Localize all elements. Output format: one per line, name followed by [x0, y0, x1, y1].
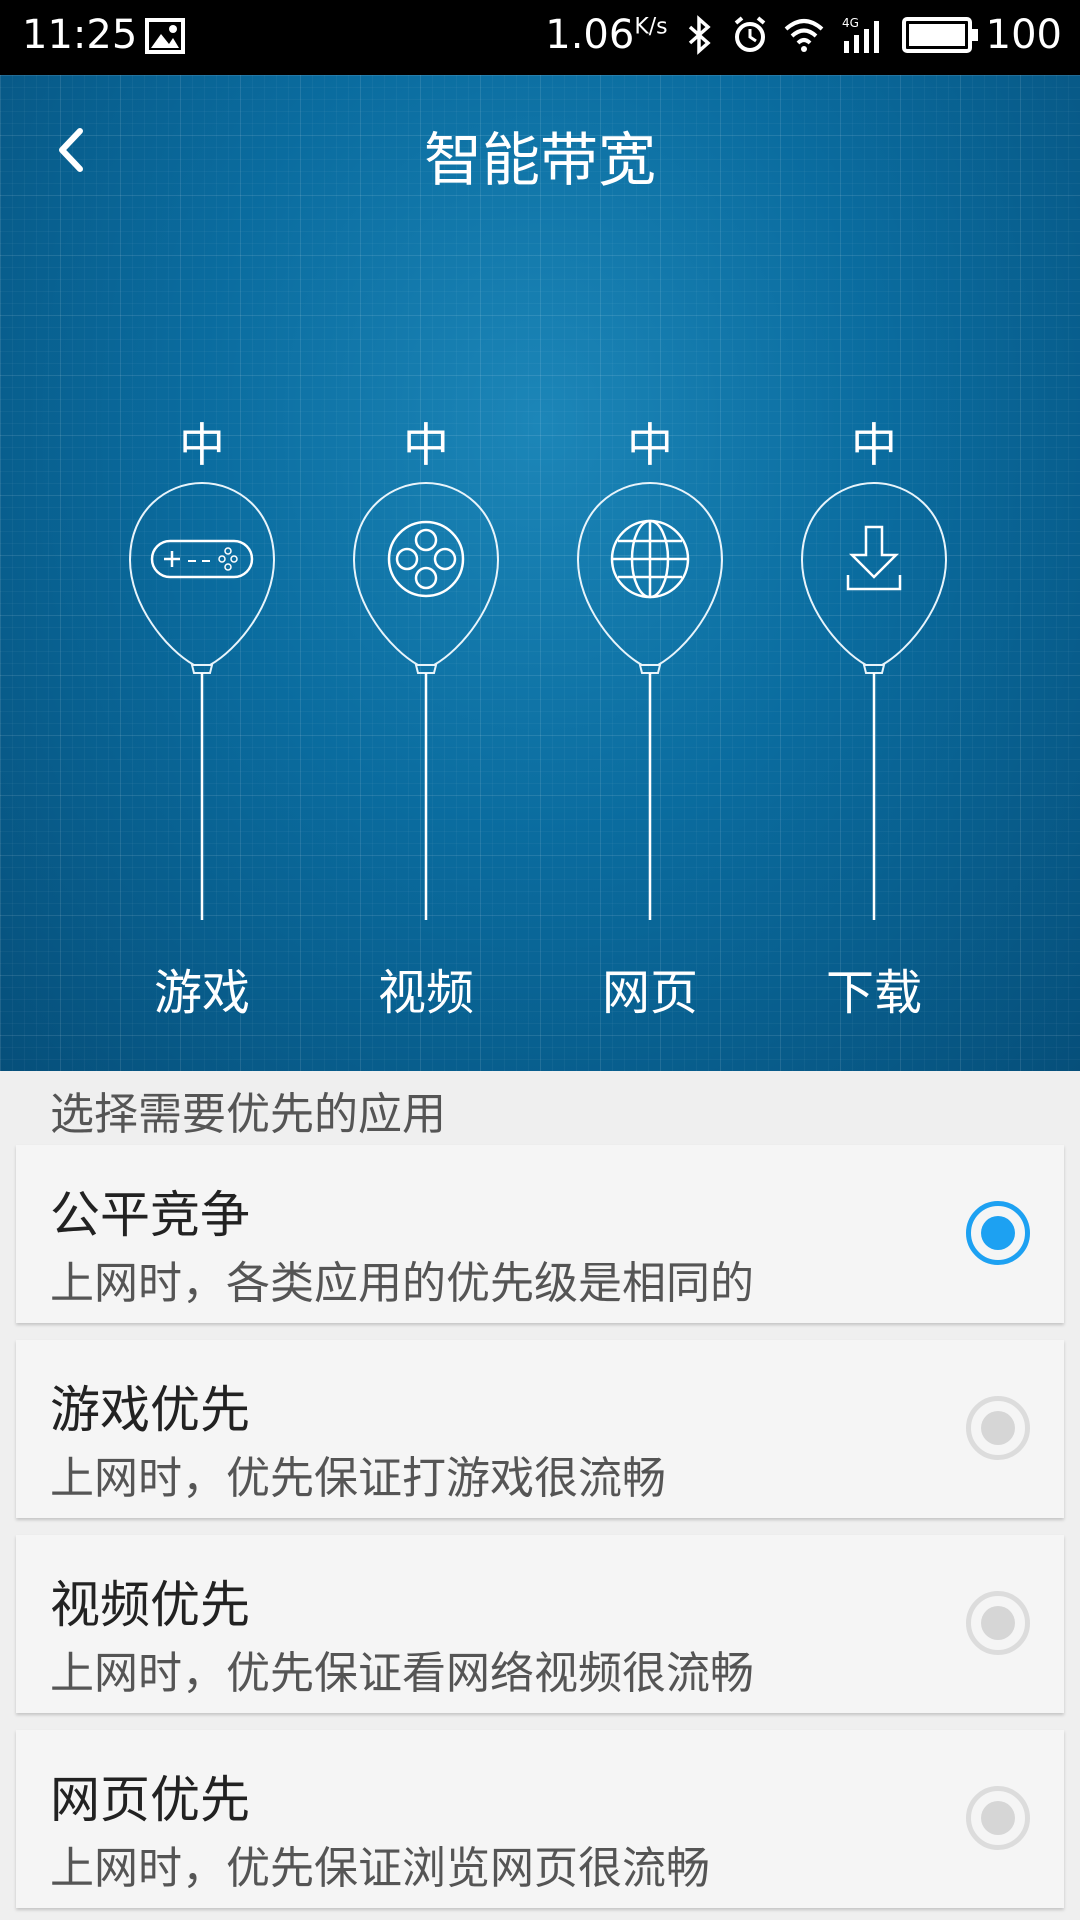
status-bar: 11:25 1.06K/s 4G 100: [0, 0, 1080, 75]
balloon-level: 中: [851, 418, 897, 472]
section-label: 选择需要优先的应用: [50, 1089, 446, 1140]
option-title: 游戏优先: [50, 1381, 250, 1439]
video-icon: [352, 481, 500, 920]
option-description: 上网时，优先保证浏览网页很流畅: [50, 1843, 710, 1894]
alarm-icon: [734, 16, 765, 52]
balloon-label: 网页: [601, 965, 698, 1021]
balloon-label: 下载: [825, 965, 922, 1021]
wifi-icon: [784, 19, 823, 52]
option-description: 上网时，优先保证打游戏很流畅: [50, 1453, 666, 1504]
radio-button[interactable]: [966, 1591, 1030, 1655]
option-game-priority[interactable]: 游戏优先 上网时，优先保证打游戏很流畅: [16, 1340, 1064, 1518]
balloon-level: 中: [627, 418, 673, 472]
option-video-priority[interactable]: 视频优先 上网时，优先保证看网络视频很流畅: [16, 1535, 1064, 1713]
bluetooth-icon: [688, 15, 711, 55]
radio-button-selected[interactable]: [966, 1201, 1030, 1265]
download-icon: [800, 481, 948, 920]
balloon-video[interactable]: 中 视频: [346, 415, 506, 1023]
bandwidth-hero: 智能带宽 中 游戏 中 视频 中 网页 中 下载: [0, 75, 1080, 1071]
option-description: 上网时，优先保证看网络视频很流畅: [50, 1648, 754, 1699]
option-title: 视频优先: [50, 1576, 250, 1634]
status-time: 11:25: [22, 12, 138, 58]
globe-icon: [576, 481, 724, 920]
option-title: 网页优先: [50, 1771, 250, 1829]
gamepad-icon: [128, 481, 276, 920]
battery-icon: [901, 17, 978, 53]
balloon-web[interactable]: 中 网页: [570, 415, 730, 1023]
balloon-game[interactable]: 中 游戏: [122, 415, 282, 1023]
page-title: 智能带宽: [423, 126, 656, 194]
radio-button[interactable]: [966, 1786, 1030, 1850]
battery-level: 100: [985, 12, 1062, 58]
balloon-label: 视频: [377, 965, 474, 1021]
image-icon: [145, 18, 185, 54]
status-right: 1.06K/s 4G 100: [545, 12, 1062, 58]
balloon-label: 游戏: [153, 965, 250, 1021]
option-fair-competition[interactable]: 公平竞争 上网时，各类应用的优先级是相同的: [16, 1145, 1064, 1323]
svg-text:4G: 4G: [842, 16, 859, 30]
option-web-priority[interactable]: 网页优先 上网时，优先保证浏览网页很流畅: [16, 1730, 1064, 1908]
balloon-download[interactable]: 中 下载: [794, 415, 954, 1023]
balloon-level: 中: [179, 418, 225, 472]
option-title: 公平竞争: [50, 1186, 250, 1244]
balloon-level: 中: [403, 418, 449, 472]
radio-button[interactable]: [966, 1396, 1030, 1460]
signal-4g-icon: 4G: [842, 16, 879, 53]
option-description: 上网时，各类应用的优先级是相同的: [50, 1258, 754, 1309]
net-speed: 1.06K/s: [545, 12, 668, 58]
